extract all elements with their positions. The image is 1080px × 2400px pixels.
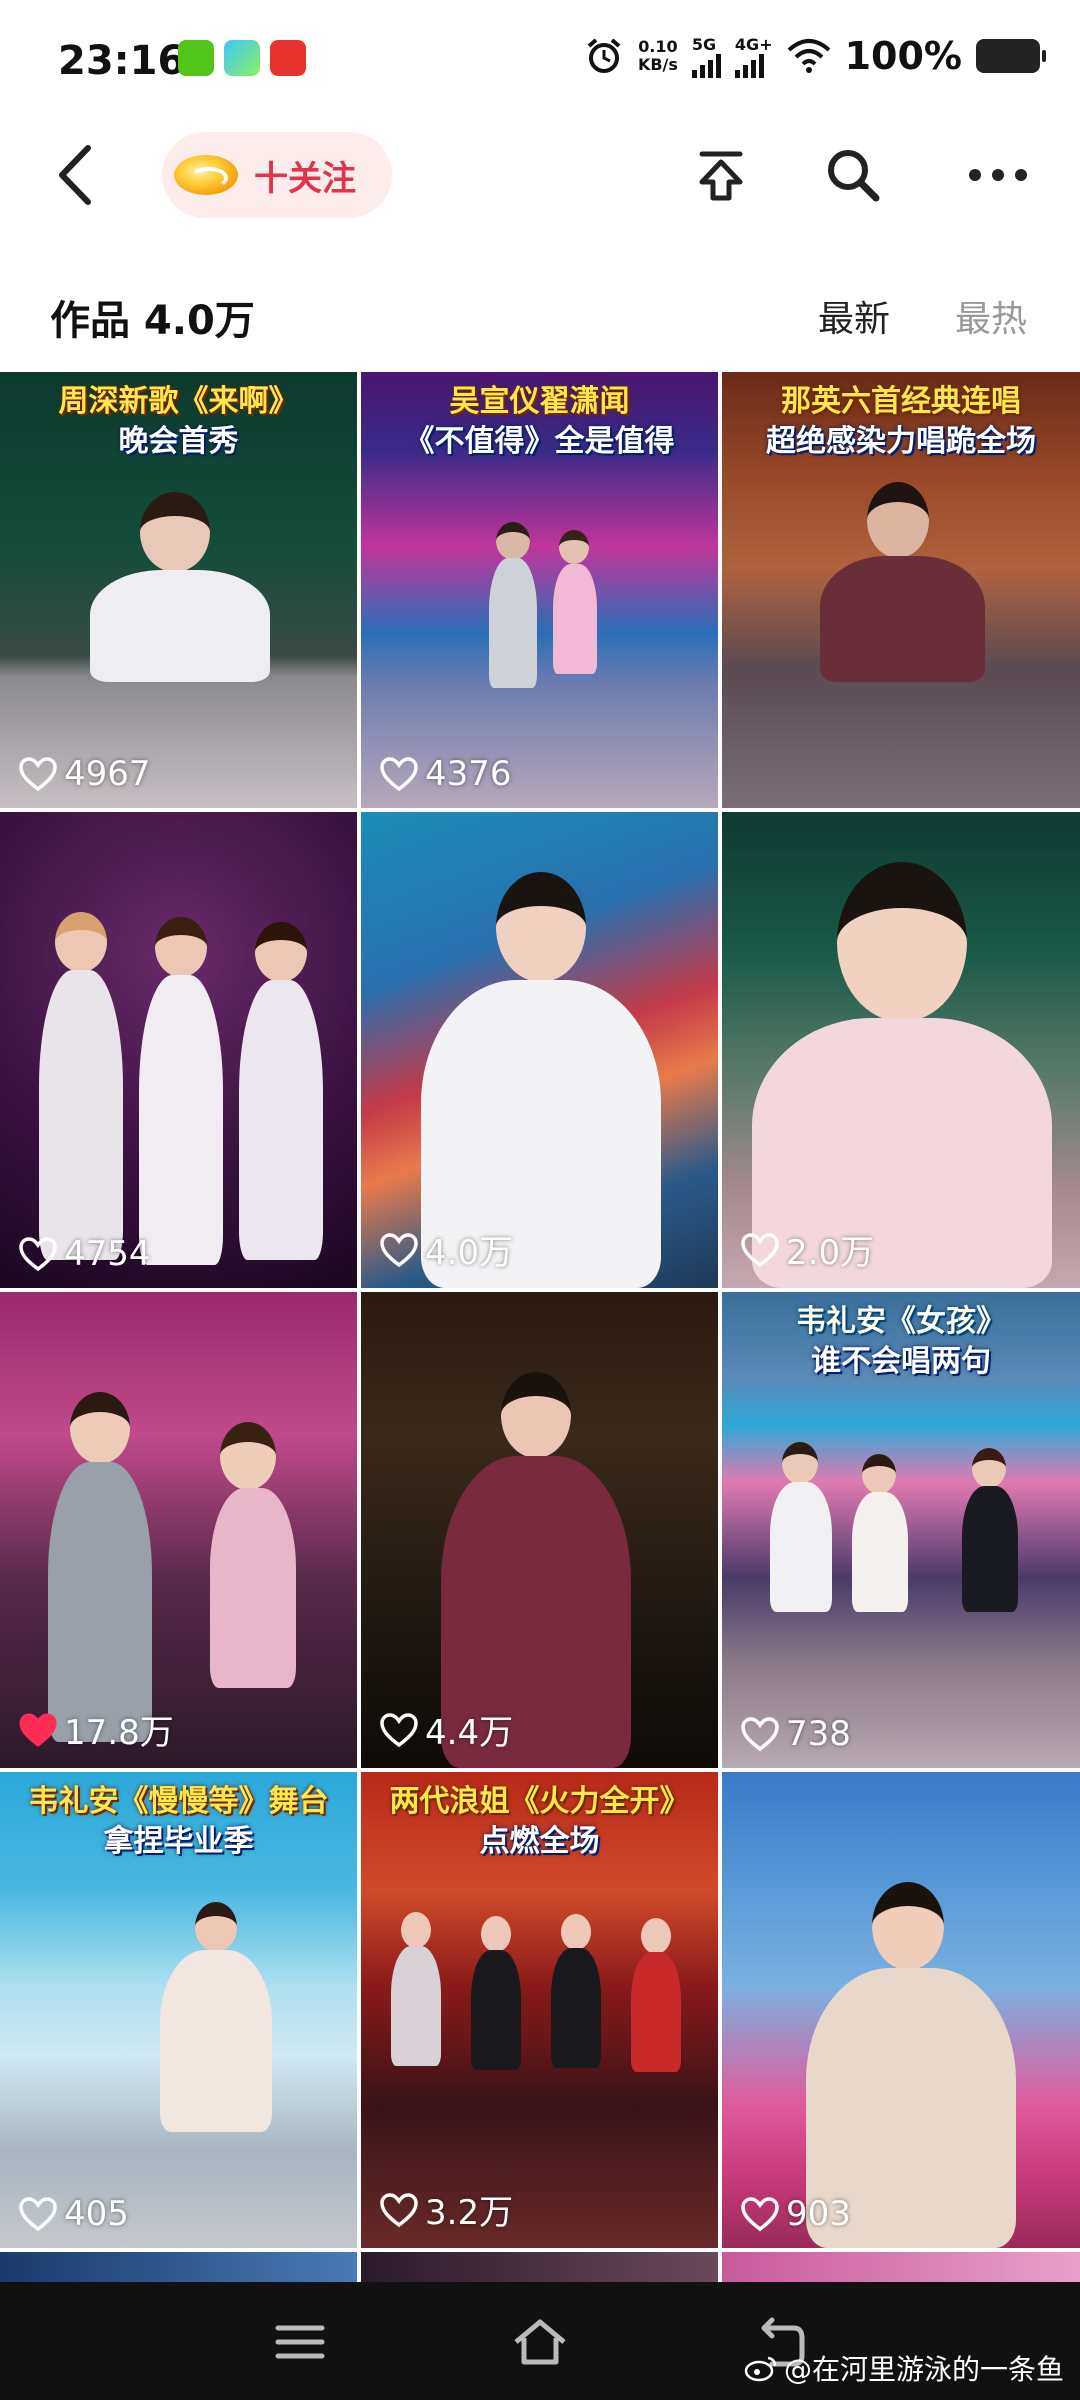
channel-logo-icon bbox=[174, 155, 238, 195]
video-caption-line1: 周深新歌《来啊》 bbox=[58, 384, 299, 419]
like-count: 2.0万 bbox=[740, 1225, 874, 1274]
wechat-notification-icon bbox=[178, 40, 214, 76]
video-card[interactable]: 17.8万 bbox=[0, 1292, 357, 1768]
heart-outline-icon bbox=[380, 757, 418, 792]
sim2-signal: 4G+ bbox=[734, 35, 773, 78]
sort-newest-tab[interactable]: 最新 bbox=[818, 290, 890, 342]
heart-filled-icon bbox=[19, 1712, 57, 1747]
video-card[interactable]: 2.0万 bbox=[722, 812, 1080, 1288]
video-card[interactable] bbox=[361, 2252, 718, 2282]
like-count: 4967 bbox=[18, 754, 151, 794]
like-count: 4754 bbox=[18, 1234, 151, 1274]
like-count: 3.2万 bbox=[379, 2185, 513, 2234]
video-caption-line2: 晚会首秀 bbox=[118, 424, 239, 459]
video-card[interactable]: 4754 bbox=[0, 812, 357, 1288]
like-count: 17.8万 bbox=[18, 1705, 174, 1754]
works-count-title: 作品 4.0万 bbox=[50, 298, 255, 344]
heart-outline-icon bbox=[741, 1232, 779, 1267]
news-app-notification-icon bbox=[270, 40, 306, 76]
more-icon[interactable] bbox=[965, 142, 1031, 208]
video-caption-line1: 韦礼安《女孩》 bbox=[796, 1304, 1006, 1339]
heart-outline-icon bbox=[380, 2192, 418, 2227]
video-caption-line2: 《不值得》全是值得 bbox=[404, 424, 675, 459]
menu-icon[interactable] bbox=[270, 2312, 330, 2372]
top-nav: 十关注 bbox=[0, 120, 1080, 230]
battery-percent: 100% bbox=[844, 34, 962, 78]
video-caption-line2: 点燃全场 bbox=[479, 1824, 600, 1859]
video-card[interactable]: 那英六首经典连唱 超绝感染力唱跪全场 bbox=[722, 372, 1080, 808]
video-caption-line1: 韦礼安《慢慢等》舞台 bbox=[28, 1784, 329, 1819]
battery-icon bbox=[976, 39, 1046, 73]
like-count: 903 bbox=[740, 2194, 851, 2234]
network-speed: 0.10 KB/s bbox=[637, 37, 678, 74]
search-icon[interactable] bbox=[820, 142, 886, 208]
wifi-icon bbox=[787, 39, 830, 73]
status-bar: 23:16 0.10 KB/s 5G 4G+ 100% bbox=[0, 0, 1080, 120]
video-card[interactable] bbox=[722, 2252, 1080, 2282]
weibo-watermark: @在河里游泳的一条鱼 bbox=[744, 2348, 1064, 2388]
works-header: 作品 4.0万 最新 最热 bbox=[0, 258, 1080, 368]
like-count: 4.4万 bbox=[379, 1705, 513, 1754]
home-icon[interactable] bbox=[510, 2312, 570, 2372]
notification-icons bbox=[178, 40, 306, 76]
video-caption-line1: 那英六首经典连唱 bbox=[781, 384, 1021, 419]
video-card[interactable]: 周深新歌《来啊》 晚会首秀 4967 bbox=[0, 372, 357, 808]
follow-button[interactable]: 十关注 bbox=[162, 132, 392, 218]
share-icon[interactable] bbox=[688, 142, 754, 208]
like-count: 4376 bbox=[379, 754, 512, 794]
video-card[interactable]: 吴宣仪翟潇闻 《不值得》全是值得 4376 bbox=[361, 372, 718, 808]
sim1-signal: 5G bbox=[691, 35, 721, 78]
status-time: 23:16 bbox=[58, 38, 186, 84]
like-count: 738 bbox=[740, 1714, 851, 1754]
video-card[interactable]: 韦礼安《女孩》 谁不会唱两句 738 bbox=[722, 1292, 1080, 1768]
like-count: 4.0万 bbox=[379, 1225, 513, 1274]
signal-bars-icon bbox=[691, 53, 721, 78]
video-caption-line2: 谁不会唱两句 bbox=[811, 1344, 991, 1379]
weibo-icon bbox=[744, 2356, 777, 2382]
video-grid: 周深新歌《来啊》 晚会首秀 4967 吴宣仪翟潇闻 《不值得》全是值得 4376 bbox=[0, 372, 1080, 2282]
sort-hot-tab[interactable]: 最热 bbox=[955, 290, 1027, 342]
heart-outline-icon bbox=[741, 2197, 779, 2232]
video-caption-line2: 超绝感染力唱跪全场 bbox=[766, 424, 1036, 459]
alarm-icon bbox=[587, 38, 621, 73]
heart-outline-icon bbox=[19, 757, 57, 792]
video-card[interactable] bbox=[0, 2252, 357, 2282]
video-card[interactable]: 韦礼安《慢慢等》舞台 拿捏毕业季 405 bbox=[0, 1772, 357, 2248]
video-card[interactable]: 4.0万 bbox=[361, 812, 718, 1288]
heart-outline-icon bbox=[19, 2197, 57, 2232]
video-card[interactable]: 4.4万 bbox=[361, 1292, 718, 1768]
back-arrow-icon[interactable] bbox=[48, 140, 108, 210]
heart-outline-icon bbox=[741, 1717, 779, 1752]
video-caption-line1: 两代浪姐《火力全开》 bbox=[389, 1784, 690, 1819]
heart-outline-icon bbox=[19, 1237, 57, 1272]
video-app-notification-icon bbox=[224, 40, 260, 76]
signal-bars-icon bbox=[734, 53, 764, 78]
video-caption-line2: 拿捏毕业季 bbox=[103, 1824, 254, 1859]
video-card[interactable]: 903 bbox=[722, 1772, 1080, 2248]
system-nav-bar: @在河里游泳的一条鱼 bbox=[0, 2282, 1080, 2400]
heart-outline-icon bbox=[380, 1232, 418, 1267]
follow-label: 十关注 bbox=[254, 158, 356, 199]
like-count: 405 bbox=[18, 2194, 129, 2234]
video-card[interactable]: 两代浪姐《火力全开》 点燃全场 3.2万 bbox=[361, 1772, 718, 2248]
video-caption-line1: 吴宣仪翟潇闻 bbox=[449, 384, 630, 419]
heart-outline-icon bbox=[380, 1712, 418, 1747]
